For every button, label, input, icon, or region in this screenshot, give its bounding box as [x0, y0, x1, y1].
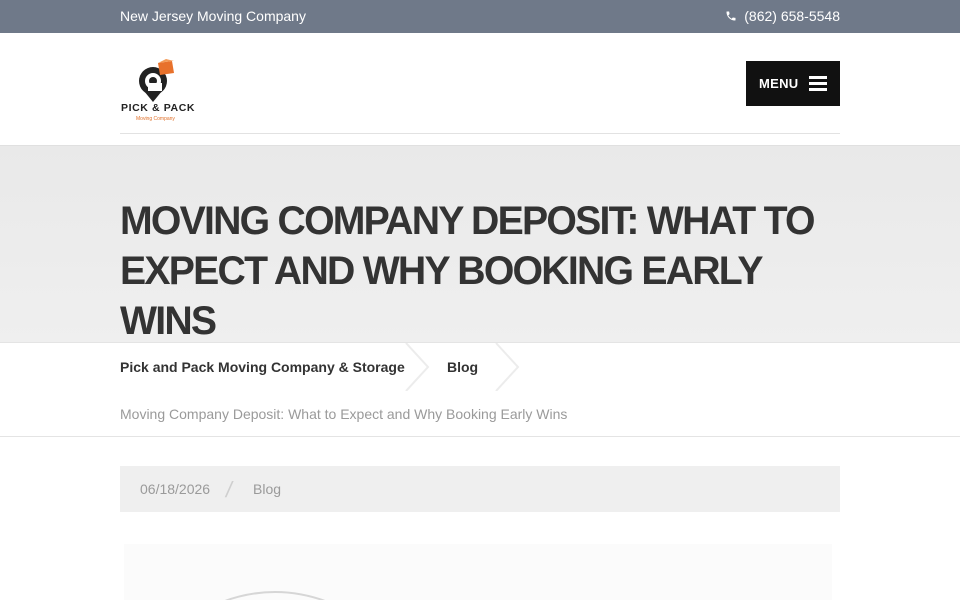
phone-icon [726, 11, 736, 21]
logo-wordmark: PICK & PACK [121, 102, 196, 114]
featured-image [124, 544, 832, 600]
hamburger-icon [809, 76, 827, 91]
site-header: PICK & PACK Moving Company MENU [0, 33, 960, 145]
meta-separator: / [223, 477, 235, 502]
breadcrumb-blog-link[interactable]: Blog [447, 359, 478, 375]
logo-pin-icon [139, 59, 174, 102]
featured-image-arc [224, 591, 326, 600]
top-bar: New Jersey Moving Company (862) 658-5548 [0, 0, 960, 33]
breadcrumb-chevron-icon [495, 343, 520, 391]
header-divider [120, 133, 840, 134]
phone-number: (862) 658-5548 [744, 8, 840, 24]
page-title: MOVING COMPANY DEPOSIT: WHAT TO EXPECT A… [120, 199, 816, 343]
menu-button[interactable]: MENU [746, 61, 840, 106]
breadcrumb: Pick and Pack Moving Company & Storage B… [0, 342, 960, 437]
breadcrumb-current: Moving Company Deposit: What to Expect a… [120, 406, 568, 422]
page-title-band: MOVING COMPANY DEPOSIT: WHAT TO EXPECT A… [0, 145, 960, 343]
post-meta-bar: 06/18/2026 / Blog [120, 466, 840, 512]
tagline: New Jersey Moving Company [120, 8, 306, 24]
breadcrumb-home-link[interactable]: Pick and Pack Moving Company & Storage [120, 359, 405, 375]
post-date: 06/18/2026 [140, 481, 211, 497]
phone-link[interactable]: (862) 658-5548 [725, 8, 840, 24]
site-logo[interactable]: PICK & PACK Moving Company [120, 57, 200, 127]
menu-label: MENU [759, 76, 799, 91]
post-category-link[interactable]: Blog [253, 481, 281, 497]
breadcrumb-chevron-icon [405, 343, 430, 391]
logo-subword: Moving Company [136, 116, 175, 122]
